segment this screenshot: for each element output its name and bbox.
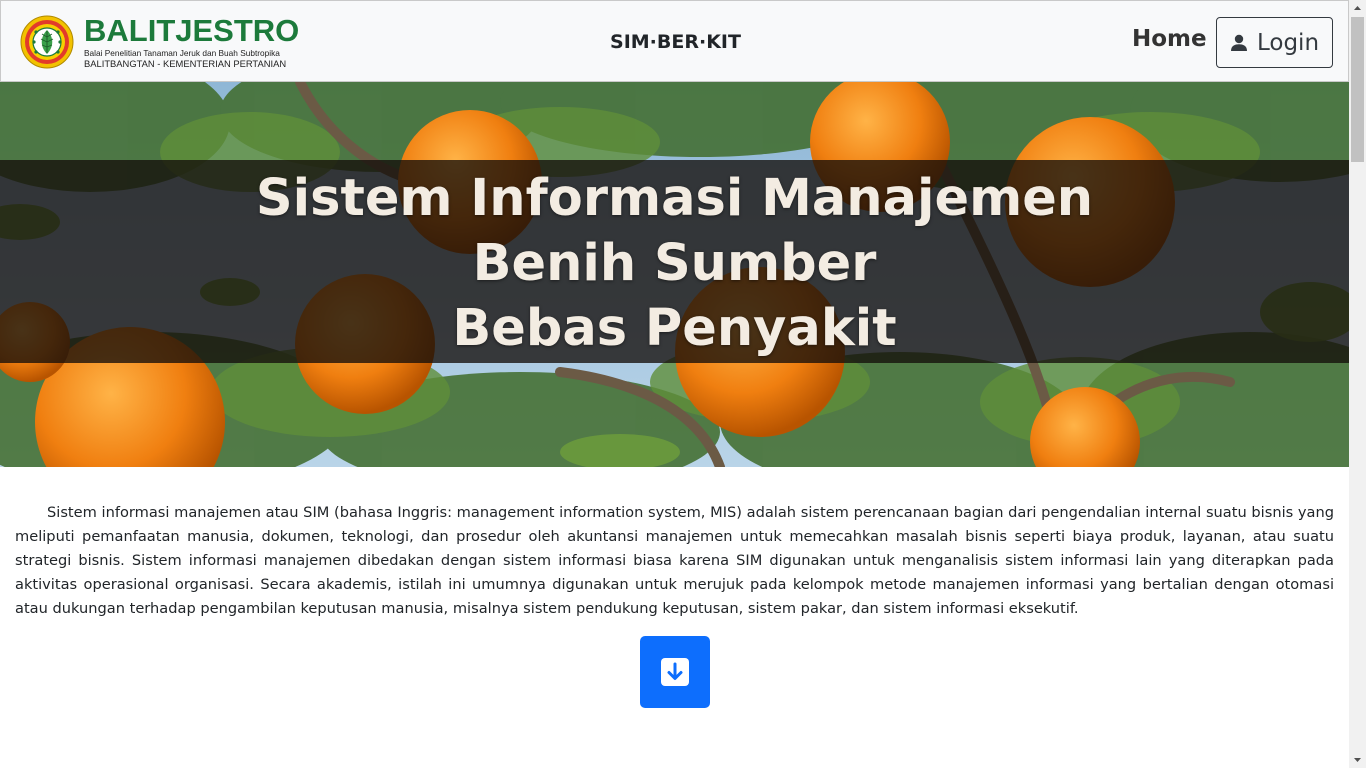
sim-description: Sistem informasi manajemen atau SIM (bah… bbox=[15, 504, 1334, 617]
arrow-down-square-icon bbox=[661, 658, 689, 686]
navbar: BALITJESTRO Balai Penelitian Tanaman Jer… bbox=[0, 0, 1349, 82]
user-icon bbox=[1230, 34, 1247, 51]
hero-title: Sistem Informasi Manajemen Benih Sumber … bbox=[0, 166, 1349, 361]
scroll-down-arrow-icon[interactable] bbox=[1349, 751, 1366, 768]
brand-subtitle-ministry: BALITBANGTAN - KEMENTERIAN PERTANIAN bbox=[84, 57, 287, 69]
vertical-scrollbar[interactable] bbox=[1349, 0, 1366, 768]
scrollbar-thumb[interactable] bbox=[1351, 17, 1364, 162]
hero-banner: Sistem Informasi Manajemen Benih Sumber … bbox=[0, 82, 1349, 467]
scroll-up-arrow-icon[interactable] bbox=[1349, 0, 1366, 17]
login-button[interactable]: Login bbox=[1216, 17, 1333, 68]
hero-title-line-3: Bebas Penyakit bbox=[452, 299, 897, 358]
hero-title-line-2: Benih Sumber bbox=[472, 234, 877, 293]
main-content: Sistem informasi manajemen atau SIM (bah… bbox=[15, 501, 1334, 621]
page: BALITJESTRO Balai Penelitian Tanaman Jer… bbox=[0, 0, 1349, 768]
login-label: Login bbox=[1256, 29, 1320, 56]
hero-title-line-1: Sistem Informasi Manajemen bbox=[255, 169, 1094, 228]
download-button[interactable] bbox=[640, 636, 710, 708]
nav-home-link[interactable]: Home bbox=[1132, 26, 1207, 52]
